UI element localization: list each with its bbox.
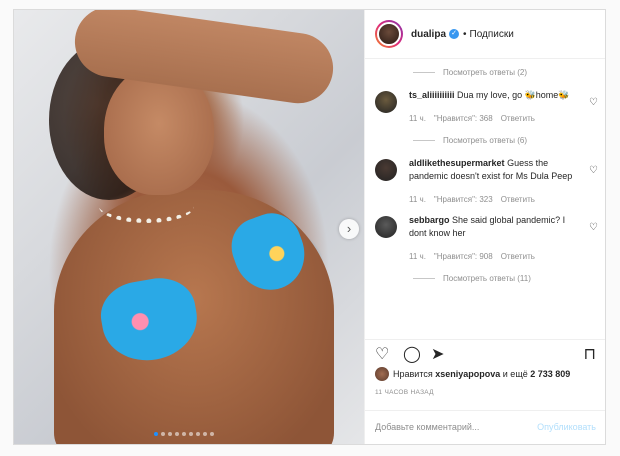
comment-item: sebbargo She said global pandemic? I don… (365, 214, 605, 263)
verified-badge-icon: ✓ (449, 29, 460, 39)
carousel-dot (189, 432, 193, 436)
comment-body: sebbargo She said global pandemic? I don… (409, 214, 580, 263)
replies-line (413, 139, 435, 141)
likes-prefix: Нравится (393, 369, 433, 379)
replies-line (413, 277, 435, 279)
next-photo-button[interactable]: › (339, 219, 359, 239)
following-button[interactable]: Подписки (470, 29, 514, 40)
comments-list[interactable]: Посмотреть ответы (2) ts_aliiiiiiiiii Dua… (365, 59, 605, 339)
publish-button[interactable]: Опубликовать (537, 422, 596, 432)
view-replies-label: Посмотреть ответы (6) (443, 135, 528, 145)
action-bar: ♡ ◯ ➤ ⊓ (365, 339, 605, 366)
author-avatar[interactable] (375, 20, 403, 48)
liker-avatar (375, 367, 389, 381)
view-replies-link[interactable]: Посмотреть ответы (11) (365, 269, 605, 287)
share-icon[interactable]: ➤ (431, 347, 444, 363)
heart-icon[interactable]: ♡ (375, 347, 389, 363)
comment-input[interactable]: Добавьте комментарий... (375, 422, 479, 432)
comment-author[interactable]: ts_aliiiiiiiiii (409, 90, 455, 100)
commenter-avatar[interactable] (375, 91, 397, 113)
comment-likes[interactable]: "Нравится": 323 (434, 193, 493, 206)
comment-author[interactable]: sebbargo (409, 215, 450, 225)
carousel-dots (154, 432, 214, 436)
comment-item: aldlikethesupermarket Guess the pandemic… (365, 157, 605, 206)
carousel-dot (182, 432, 186, 436)
comment-meta: 11 ч. "Нравится": 368 Ответить (409, 112, 570, 125)
comment-body: ts_aliiiiiiiiii Dua my love, go 🐝home🐝 11… (409, 89, 570, 125)
comment-time[interactable]: 11 ч. (409, 112, 426, 125)
reply-button[interactable]: Ответить (501, 112, 535, 125)
post-sidebar: dualipa ✓ • Подписки Посмотреть ответы (… (364, 10, 605, 444)
comment-text: Dua my love, go 🐝home🐝 (457, 90, 570, 100)
comment-heart-icon[interactable]: ♡ (589, 222, 598, 233)
replies-line (413, 71, 435, 73)
carousel-dot (161, 432, 165, 436)
post-header: dualipa ✓ • Подписки (365, 10, 605, 59)
comment-time[interactable]: 11 ч. (409, 250, 426, 263)
view-replies-label: Посмотреть ответы (2) (443, 67, 528, 77)
author-username[interactable]: dualipa (411, 29, 446, 40)
comment-item: ts_aliiiiiiiiii Dua my love, go 🐝home🐝 11… (365, 89, 605, 125)
commenter-avatar[interactable] (375, 216, 397, 238)
carousel-dot (168, 432, 172, 436)
comment-time[interactable]: 11 ч. (409, 193, 426, 206)
likes-count[interactable]: 2 733 809 (530, 369, 570, 379)
view-replies-link[interactable]: Посмотреть ответы (6) (365, 131, 605, 149)
instagram-post: › dualipa ✓ • Подписки Посмотреть ответы… (13, 9, 606, 445)
bookmark-icon[interactable]: ⊓ (584, 347, 596, 363)
view-replies-label: Посмотреть ответы (11) (443, 273, 531, 283)
likes-summary: Нравится xseniyapopova и ещё 2 733 809 (375, 367, 570, 381)
likes-middle: и ещё (502, 369, 528, 379)
comment-likes[interactable]: "Нравится": 368 (434, 112, 493, 125)
carousel-dot (203, 432, 207, 436)
liker-username[interactable]: xseniyapopova (435, 369, 500, 379)
comment-meta: 11 ч. "Нравится": 323 Ответить (409, 193, 580, 206)
comment-heart-icon[interactable]: ♡ (589, 97, 598, 108)
comment-author[interactable]: aldlikethesupermarket (409, 158, 505, 168)
commenter-avatar[interactable] (375, 159, 397, 181)
add-comment-bar: Добавьте комментарий... Опубликовать (365, 410, 605, 444)
carousel-dot (196, 432, 200, 436)
comment-body: aldlikethesupermarket Guess the pandemic… (409, 157, 580, 206)
reply-button[interactable]: Ответить (501, 250, 535, 263)
comment-icon[interactable]: ◯ (403, 347, 421, 363)
carousel-dot (154, 432, 158, 436)
separator-dot: • (463, 28, 467, 40)
comment-heart-icon[interactable]: ♡ (589, 165, 598, 176)
carousel-dot (210, 432, 214, 436)
reply-button[interactable]: Ответить (501, 193, 535, 206)
comment-likes[interactable]: "Нравится": 908 (434, 250, 493, 263)
carousel-dot (175, 432, 179, 436)
comment-meta: 11 ч. "Нравится": 908 Ответить (409, 250, 580, 263)
view-replies-link[interactable]: Посмотреть ответы (2) (365, 63, 605, 81)
post-timestamp[interactable]: 11 ЧАСОВ НАЗАД (375, 389, 434, 396)
post-photo[interactable]: › (14, 10, 364, 444)
